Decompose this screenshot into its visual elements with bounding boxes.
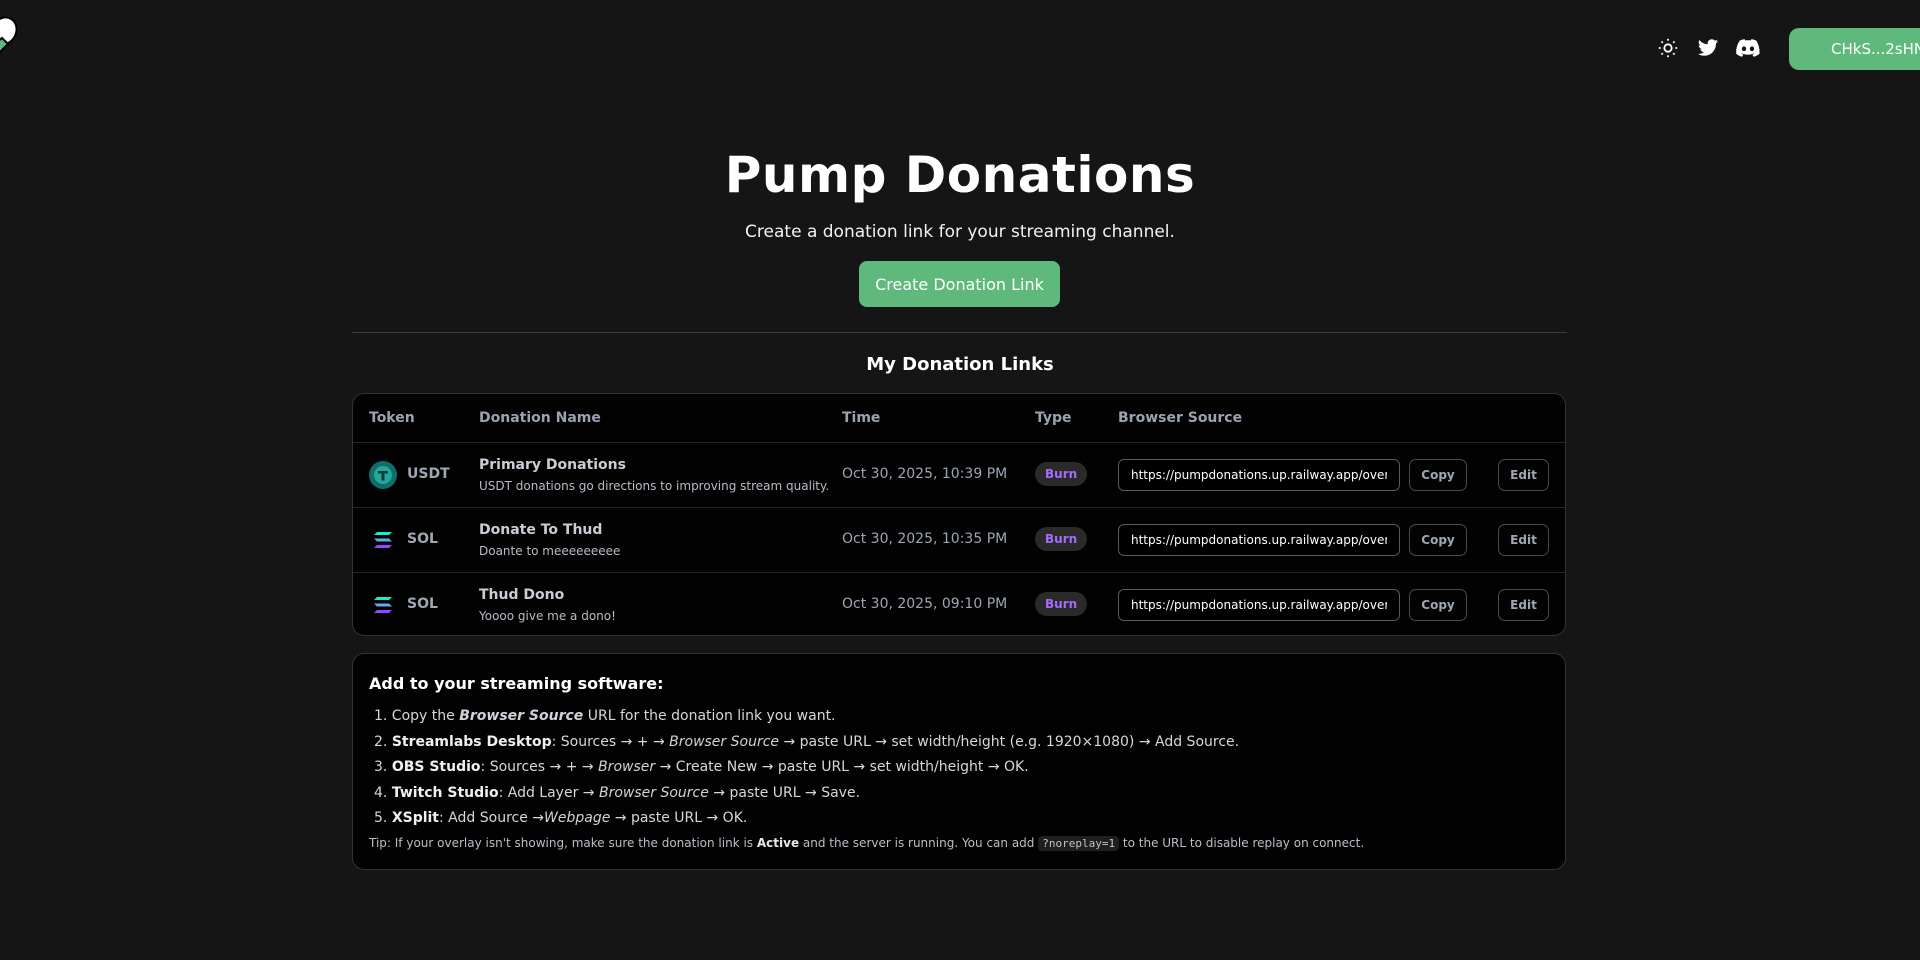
edit-button[interactable]: Edit	[1498, 459, 1549, 491]
edit-button[interactable]: Edit	[1498, 589, 1549, 621]
table-row: SOL Donate To Thud Doante to meeeeeeeee …	[353, 508, 1565, 573]
copy-button[interactable]: Copy	[1409, 459, 1467, 491]
instructions-title: Add to your streaming software:	[369, 674, 664, 693]
twitter-icon[interactable]	[1696, 36, 1720, 60]
browser-source-input[interactable]	[1118, 524, 1400, 556]
table-row: USDT Primary Donations USDT donations go…	[353, 443, 1565, 508]
usdt-token-icon	[369, 461, 397, 489]
sun-icon[interactable]	[1656, 36, 1680, 60]
donation-description: USDT donations go directions to improvin…	[479, 479, 830, 493]
divider	[352, 332, 1567, 333]
donation-name: Thud Dono	[479, 587, 565, 603]
browser-source-input[interactable]	[1118, 459, 1400, 491]
copy-button[interactable]: Copy	[1409, 524, 1467, 556]
instruction-step-1: 1. Copy the Browser Source URL for the d…	[374, 708, 836, 724]
page-subtitle: Create a donation link for your streamin…	[745, 222, 1175, 242]
sol-token-icon	[369, 526, 397, 554]
section-title: My Donation Links	[866, 354, 1054, 375]
noreplay-code: ?noreplay=1	[1038, 835, 1120, 851]
tip-text: Tip: If your overlay isn't showing, make…	[369, 835, 1365, 851]
header-icons	[1656, 36, 1760, 60]
token-name: SOL	[407, 531, 438, 547]
token-name: USDT	[407, 466, 450, 482]
column-header-type: Type	[1035, 410, 1072, 426]
browser-source-input[interactable]	[1118, 589, 1400, 621]
column-header-source: Browser Source	[1118, 410, 1243, 426]
donation-name: Primary Donations	[479, 457, 626, 473]
copy-button[interactable]: Copy	[1409, 589, 1467, 621]
column-header-name: Donation Name	[479, 410, 601, 426]
type-badge: Burn	[1035, 462, 1088, 486]
donation-time: Oct 30, 2025, 10:35 PM	[842, 531, 1008, 547]
donation-description: Doante to meeeeeeeee	[479, 544, 621, 558]
column-header-token: Token	[369, 410, 415, 426]
table-row: SOL Thud Dono Yoooo give me a dono! Oct …	[353, 573, 1565, 637]
donation-description: Yoooo give me a dono!	[479, 609, 616, 623]
column-header-time: Time	[842, 410, 881, 426]
instruction-step-4: 4. Twitch Studio: Add Layer → Browser So…	[374, 784, 861, 801]
hero: Pump Donations Create a donation link fo…	[0, 146, 1920, 242]
donation-links-table: Token Donation Name Time Type Browser So…	[352, 393, 1566, 636]
instruction-step-5: 5. XSplit: Add Source →Webpage → paste U…	[374, 810, 748, 826]
edit-button[interactable]: Edit	[1498, 524, 1549, 556]
create-donation-link-button[interactable]: Create Donation Link	[859, 261, 1060, 307]
type-badge: Burn	[1035, 527, 1088, 551]
wallet-address: CHkS...2sHN	[1831, 40, 1920, 58]
wallet-button[interactable]: CHkS...2sHN	[1789, 28, 1920, 70]
logo[interactable]	[0, 16, 20, 62]
page-title: Pump Donations	[724, 146, 1196, 204]
donation-time: Oct 30, 2025, 09:10 PM	[842, 596, 1008, 612]
donation-time: Oct 30, 2025, 10:39 PM	[842, 466, 1008, 482]
discord-icon[interactable]	[1736, 36, 1760, 60]
streaming-instructions: Add to your streaming software: 1. Copy …	[352, 653, 1566, 870]
token-name: SOL	[407, 596, 438, 612]
donation-name: Donate To Thud	[479, 522, 603, 538]
type-badge: Burn	[1035, 592, 1088, 616]
table-header: Token Donation Name Time Type Browser So…	[353, 394, 1565, 443]
sol-token-icon	[369, 591, 397, 619]
instruction-step-3: 3. OBS Studio: Sources → + → Browser → C…	[374, 759, 1029, 775]
instruction-step-2: 2. Streamlabs Desktop: Sources → + → Bro…	[374, 733, 1240, 750]
